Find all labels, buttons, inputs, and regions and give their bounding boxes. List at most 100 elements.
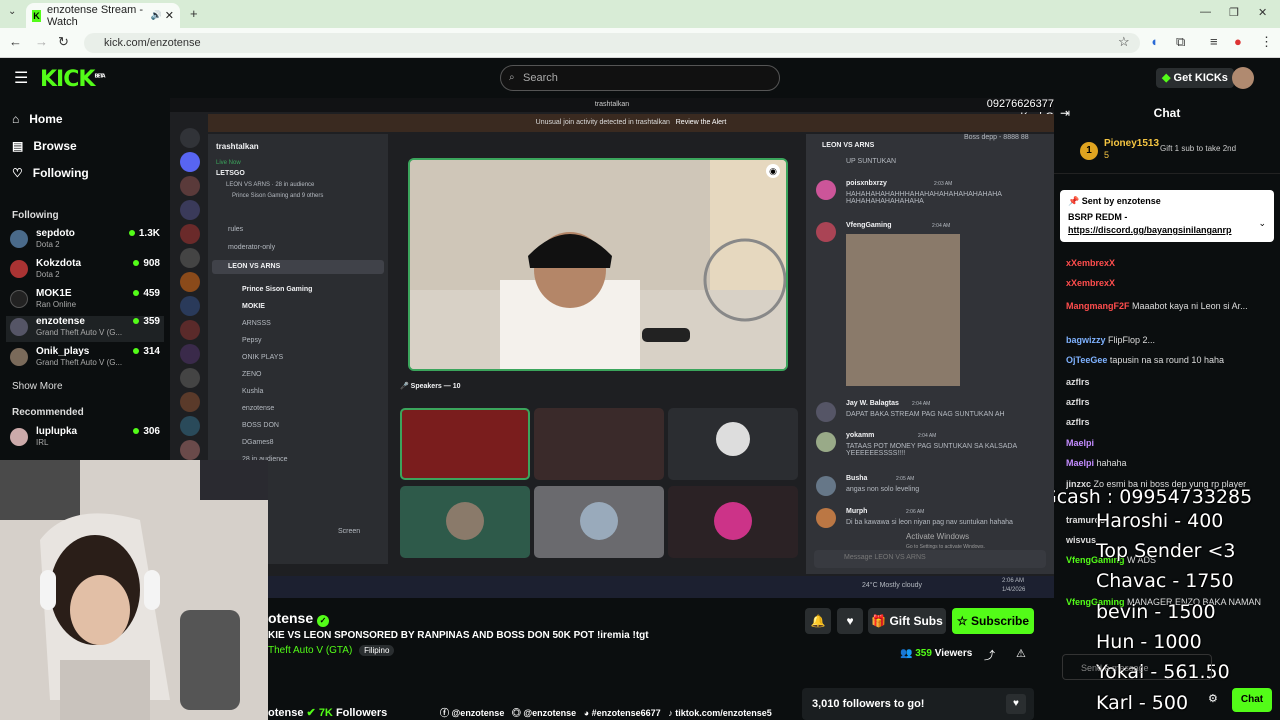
viewers-icon: 👥	[900, 648, 913, 659]
following-channel-active[interactable]: enzotense Grand Theft Auto V (G... 359	[6, 316, 164, 342]
extensions-puzzle-icon[interactable]: ⧉	[1176, 34, 1185, 50]
leaderboard-entry: Top Sender <3	[1096, 540, 1236, 562]
kick-logo[interactable]: KICKBETA	[40, 67, 106, 92]
user-avatar[interactable]	[1232, 67, 1254, 89]
following-channel[interactable]: sepdoto Dota 2 1.3K	[10, 228, 160, 254]
leaderboard-entry: Karl - 500	[1096, 692, 1189, 714]
forward-icon[interactable]: →	[35, 34, 48, 49]
main-camera-feed: ◉	[408, 158, 788, 371]
get-kicks-button[interactable]: ◆ Get KICKs	[1156, 68, 1234, 88]
home-icon: ⌂	[12, 112, 20, 126]
new-tab-icon[interactable]: +	[190, 6, 198, 21]
tab-close-icon[interactable]: ✕	[165, 9, 174, 22]
avatar	[10, 290, 28, 308]
avatar	[816, 402, 836, 422]
stream-category[interactable]: Theft Auto V (GTA) Filipino	[268, 645, 395, 656]
tab-title: enzotense Stream - Watch	[47, 3, 144, 28]
kick-favicon-icon: K	[32, 9, 42, 22]
kicks-icon: ◆	[1162, 72, 1171, 84]
chat-message: Maelpi	[1066, 438, 1095, 448]
chat-message: MangmangF2F Maaabot kaya ni Leon si Ar..…	[1066, 301, 1248, 311]
language-tag[interactable]: Filipino	[359, 645, 395, 656]
discord-link[interactable]: ◕ #enzotense6677	[584, 708, 661, 718]
avatar	[716, 422, 750, 456]
settings-gear-icon[interactable]: ⚙	[1208, 692, 1218, 705]
following-channel[interactable]: Onik_plays Grand Theft Auto V (G... 314	[10, 346, 160, 372]
windows-taskbar: 24°C Mostly cloudy 2:06 AM 1/4/2026	[268, 576, 1054, 598]
stream-video[interactable]: trashtalkan 09276626377 KashG Unusual jo…	[170, 98, 1054, 598]
following-channel[interactable]: MOK1E Ran Online 459	[10, 288, 160, 314]
chat-input[interactable]: Send a message	[1062, 654, 1212, 680]
pinned-header: 📌 Sent by enzotense	[1068, 196, 1161, 206]
hamburger-menu-icon[interactable]: ☰	[14, 68, 28, 88]
search-icon: ⌕	[509, 72, 515, 83]
server-icon	[180, 416, 200, 436]
speaker-tile	[534, 408, 664, 480]
recommended-channel[interactable]: luplupka IRL 306	[10, 426, 160, 452]
chevron-down-icon[interactable]: ⌄	[1258, 218, 1266, 229]
heart-icon: ♥	[846, 614, 854, 628]
notification-bell-button[interactable]: 🔔	[805, 608, 831, 634]
rank-badge: 1	[1080, 142, 1098, 160]
leaderboard-entry: Hun - 1000	[1096, 631, 1202, 653]
about-streamer: otense ✔ 7K Followers	[268, 707, 388, 719]
browser-tab[interactable]: K enzotense Stream - Watch 🔊 ✕	[26, 3, 180, 28]
verified-icon: ✓	[317, 615, 330, 627]
kick-header: ☰ KICKBETA ⌕ Search ◆ Get KICKs	[0, 58, 1280, 98]
pinned-message[interactable]: 📌 Sent by enzotense BSRP REDM - https://…	[1060, 190, 1274, 242]
avatar	[10, 230, 28, 248]
avatar	[816, 508, 836, 528]
url-text: kick.com/enzotense	[104, 37, 201, 49]
heart-icon[interactable]: ♥	[1006, 694, 1026, 714]
chrome-menu-icon[interactable]: ⋮	[1260, 34, 1273, 50]
fullscreen-icon[interactable]: ◉	[766, 164, 780, 178]
chat-message: bagwizzy FlipFlop 2...	[1066, 335, 1156, 345]
chat-send-button[interactable]: Chat	[1232, 688, 1272, 712]
minimize-icon[interactable]: —	[1200, 6, 1211, 18]
avatar	[10, 428, 28, 446]
avatar	[446, 502, 484, 540]
nav-home[interactable]: ⌂ Home	[12, 112, 63, 126]
speaker-tile	[400, 408, 530, 480]
nav-browse[interactable]: ▤ Browse	[12, 139, 77, 153]
streamer-name[interactable]: otense ✓	[268, 610, 330, 627]
chat-image	[846, 234, 960, 386]
media-control-icon[interactable]: ≡	[1210, 34, 1218, 49]
restore-icon[interactable]: ❐	[1229, 6, 1239, 19]
instagram-link[interactable]: ◎ @enzotense	[512, 708, 576, 718]
url-field[interactable]: kick.com/enzotense	[84, 33, 1140, 53]
reload-icon[interactable]: ↻	[58, 34, 69, 50]
tiktok-link[interactable]: ♪ tiktok.com/enzotense5	[668, 708, 772, 718]
discord-icon: ◕	[583, 708, 590, 718]
server-icon	[180, 176, 200, 196]
viewer-count: 👥 359 Viewers	[900, 648, 973, 659]
facebook-link[interactable]: ⓕ @enzotense	[440, 708, 504, 718]
follower-goal: 3,010 followers to go! ♥	[802, 688, 1034, 720]
following-channel[interactable]: Kokzdota Dota 2 908	[10, 258, 160, 284]
profile-extension-icon[interactable]: ●	[1234, 34, 1242, 49]
chat-message: azflrs	[1066, 417, 1090, 427]
subscribe-button[interactable]: ☆ Subscribe	[952, 608, 1034, 634]
extension-icon[interactable]: ◖	[1150, 34, 1158, 49]
audio-icon[interactable]: 🔊	[151, 10, 162, 21]
follow-heart-button[interactable]: ♥	[837, 608, 863, 634]
close-window-icon[interactable]: ✕	[1258, 6, 1267, 19]
tab-search-icon[interactable]: ⌄	[8, 6, 16, 17]
gift-subs-button[interactable]: 🎁 Gift Subs	[868, 608, 946, 634]
heart-icon: ♡	[12, 166, 23, 180]
speaker-tile	[534, 486, 664, 558]
gcash-overlay: Gcash : 09954733285	[1054, 486, 1253, 508]
report-icon[interactable]: ⚠	[1016, 647, 1026, 660]
pinned-link[interactable]: https://discord.gg/bayangsinilanganrp	[1068, 225, 1232, 235]
back-icon[interactable]: ←	[9, 34, 22, 49]
discord-message-input[interactable]: Message LEON VS ARNS	[814, 550, 1046, 568]
server-icon	[180, 392, 200, 412]
gift-prompt[interactable]: Gift 1 sub to take 2nd	[1160, 144, 1236, 153]
show-more-link[interactable]: Show More	[12, 381, 63, 392]
nav-following[interactable]: ♡ Following	[12, 166, 89, 180]
bookmark-star-icon[interactable]: ☆	[1118, 34, 1130, 50]
gift-leaderboard: 1 Pioney1513 5 Gift 1 sub to take 2nd	[1054, 134, 1280, 174]
search-input[interactable]: ⌕ Search	[500, 65, 780, 91]
chat-message: azflrs	[1066, 397, 1090, 407]
share-icon[interactable]: ⤴	[984, 647, 995, 663]
